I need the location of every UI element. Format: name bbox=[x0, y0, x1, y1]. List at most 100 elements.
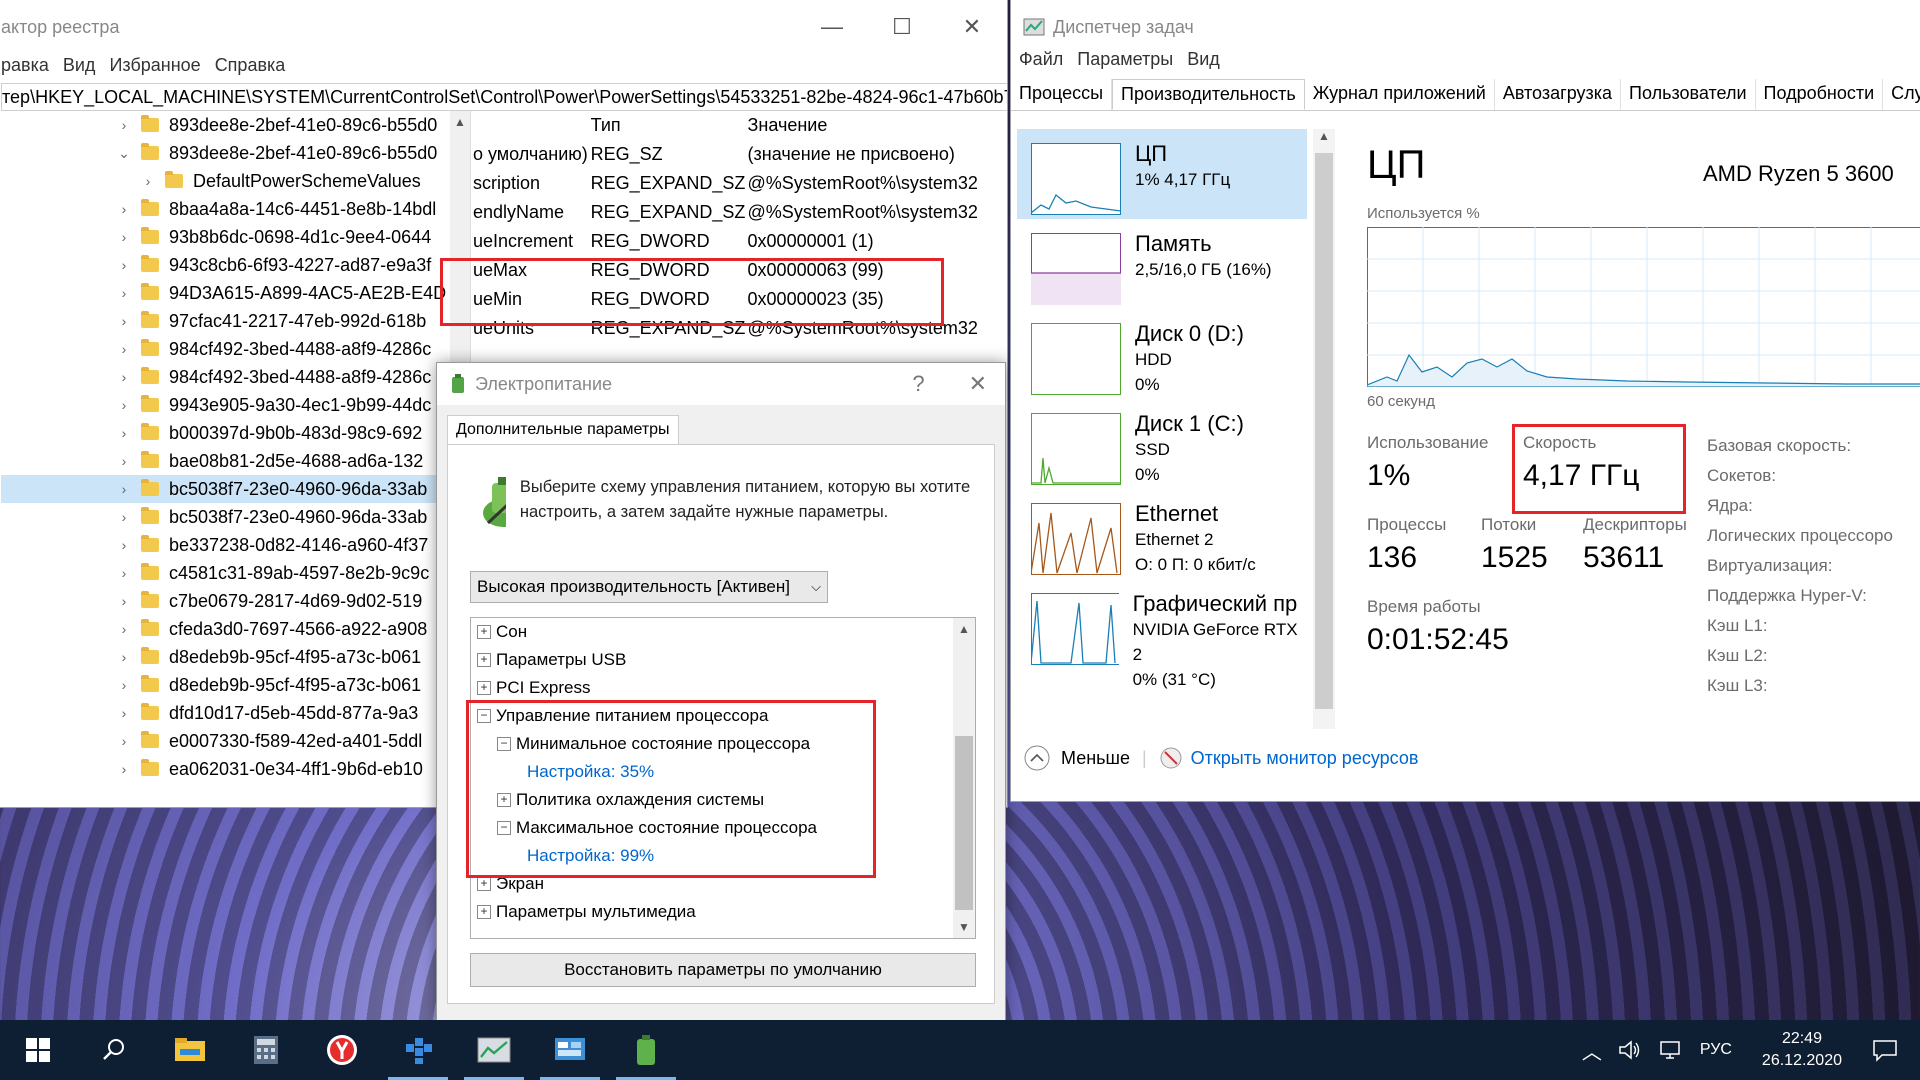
registry-tree-item[interactable]: ⌄ 893dee8e-2bef-41e0-89c6-b55d0 bbox=[1, 139, 470, 167]
expand-chevron-icon[interactable]: › bbox=[113, 621, 135, 637]
minimize-button[interactable]: — bbox=[797, 0, 867, 55]
tab-startup[interactable]: Автозагрузка bbox=[1495, 79, 1622, 110]
menu-file[interactable]: Файл bbox=[1019, 49, 1063, 70]
registry-tree-item[interactable]: › 984cf492-3bed-4488-a8f9-4286c bbox=[1, 363, 470, 391]
registry-tree-item[interactable]: › c4581c31-89ab-4597-8e2b-9c9c bbox=[1, 559, 470, 587]
clock[interactable]: 22:49 26.12.2020 bbox=[1762, 1028, 1842, 1072]
perf-sidebar-item[interactable]: Графический пр NVIDIA GeForce RTX 2 0% (31… bbox=[1017, 579, 1307, 689]
menu-favorites[interactable]: Избранное bbox=[109, 55, 200, 76]
expand-chevron-icon[interactable]: › bbox=[113, 481, 135, 497]
expand-chevron-icon[interactable]: › bbox=[113, 313, 135, 329]
expand-icon[interactable]: + bbox=[477, 905, 491, 919]
search-button[interactable] bbox=[76, 1020, 152, 1080]
menu-view[interactable]: Вид bbox=[1187, 49, 1220, 70]
help-button[interactable]: ? bbox=[912, 371, 924, 397]
registry-value-row[interactable]: ueIncrement REG_DWORD 0x00000001 (1) bbox=[473, 227, 1007, 256]
expand-chevron-icon[interactable]: › bbox=[113, 565, 135, 581]
expand-chevron-icon[interactable]: ⌄ bbox=[113, 145, 135, 162]
registry-tree-item[interactable]: › DefaultPowerSchemeValues bbox=[1, 167, 470, 195]
expand-icon[interactable]: + bbox=[477, 625, 491, 639]
expand-chevron-icon[interactable]: › bbox=[113, 705, 135, 721]
registry-tree-item[interactable]: › b000397d-9b0b-483d-98c9-692 bbox=[1, 419, 470, 447]
registry-tree-item[interactable]: › 8baa4a8a-14c6-4451-8e8b-14bdl bbox=[1, 195, 470, 223]
close-button[interactable]: ✕ bbox=[937, 0, 1007, 55]
expand-chevron-icon[interactable]: › bbox=[113, 425, 135, 441]
expand-chevron-icon[interactable]: › bbox=[113, 201, 135, 217]
registry-tree-item[interactable]: › cfeda3d0-7697-4566-a922-a908 bbox=[1, 615, 470, 643]
perf-sidebar-item[interactable]: Ethernet Ethernet 2 О: 0 П: 0 кбит/с bbox=[1017, 489, 1307, 579]
expand-chevron-icon[interactable]: › bbox=[113, 649, 135, 665]
taskbar-file-explorer[interactable] bbox=[152, 1020, 228, 1080]
tab-app-history[interactable]: Журнал приложений bbox=[1305, 79, 1495, 110]
registry-address-bar[interactable]: тер\HKEY_LOCAL_MACHINE\SYSTEM\CurrentCon… bbox=[1, 83, 1007, 111]
expand-chevron-icon[interactable]: › bbox=[113, 369, 135, 385]
power-close-button[interactable]: ✕ bbox=[969, 371, 987, 397]
registry-value-row[interactable]: о умолчанию) REG_SZ (значение не присвоено… bbox=[473, 140, 1007, 169]
power-setting-item[interactable]: + Параметры мультимедиа bbox=[471, 898, 975, 926]
expand-chevron-icon[interactable]: › bbox=[113, 117, 135, 133]
chevron-up-icon[interactable]: ︿ bbox=[1582, 1036, 1602, 1065]
expand-chevron-icon[interactable]: › bbox=[113, 229, 135, 245]
tab-details[interactable]: Подробности bbox=[1756, 79, 1884, 110]
registry-tree-item[interactable]: › c7be0679-2817-4d69-9d02-519 bbox=[1, 587, 470, 615]
registry-tree-item[interactable]: › 94D3A615-A899-4AC5-AE2B-E4D bbox=[1, 279, 470, 307]
expand-chevron-icon[interactable]: › bbox=[113, 761, 135, 777]
perf-sidebar-item[interactable]: ЦП 1% 4,17 ГГц bbox=[1017, 129, 1307, 219]
language-indicator[interactable]: РУС bbox=[1700, 1041, 1732, 1059]
expand-chevron-icon[interactable]: › bbox=[113, 593, 135, 609]
tab-users[interactable]: Пользователи bbox=[1621, 79, 1756, 110]
perf-sidebar-item[interactable]: Диск 0 (D:) HDD 0% bbox=[1017, 309, 1307, 399]
volume-icon[interactable] bbox=[1618, 1039, 1642, 1061]
scroll-up-icon[interactable]: ▲ bbox=[953, 622, 975, 636]
registry-tree-item[interactable]: › bc5038f7-23e0-4960-96da-33ab bbox=[1, 475, 470, 503]
menu-help[interactable]: Справка bbox=[215, 55, 286, 76]
notifications-icon[interactable] bbox=[1872, 1038, 1898, 1062]
registry-tree-item[interactable]: › 9943e905-9a30-4ec1-9b99-44dc bbox=[1, 391, 470, 419]
registry-tree-item[interactable]: › d8edeb9b-95cf-4f95-a73c-b061 bbox=[1, 643, 470, 671]
menu-options[interactable]: Параметры bbox=[1077, 49, 1173, 70]
tab-processes[interactable]: Процессы bbox=[1011, 79, 1113, 110]
registry-tree-item[interactable]: › bc5038f7-23e0-4960-96da-33ab bbox=[1, 503, 470, 531]
expand-chevron-icon[interactable]: › bbox=[113, 677, 135, 693]
registry-tree-item[interactable]: › bae08b81-2d5e-4688-ad6a-132 bbox=[1, 447, 470, 475]
registry-tree-item[interactable]: › e0007330-f589-42ed-a401-5ddl bbox=[1, 727, 470, 755]
taskbar-control-panel[interactable] bbox=[532, 1020, 608, 1080]
registry-tree-item[interactable]: › be337238-0d82-4146-a960-4f37 bbox=[1, 531, 470, 559]
taskbar-calculator[interactable] bbox=[228, 1020, 304, 1080]
menu-edit[interactable]: равка bbox=[1, 55, 49, 76]
start-button[interactable] bbox=[0, 1020, 76, 1080]
sidebar-scrollbar[interactable]: ▲ bbox=[1313, 129, 1335, 729]
expand-chevron-icon[interactable]: › bbox=[113, 341, 135, 357]
registry-tree-item[interactable]: › d8edeb9b-95cf-4f95-a73c-b061 bbox=[1, 671, 470, 699]
power-setting-item[interactable]: + Параметры USB bbox=[471, 646, 975, 674]
expand-icon[interactable]: + bbox=[477, 653, 491, 667]
menu-view[interactable]: Вид bbox=[63, 55, 96, 76]
registry-value-row[interactable]: scription REG_EXPAND_SZ @%SystemRoot%\syst… bbox=[473, 169, 1007, 198]
network-icon[interactable] bbox=[1658, 1039, 1684, 1061]
registry-tree-item[interactable]: › 893dee8e-2bef-41e0-89c6-b55d0 bbox=[1, 111, 470, 139]
scrollbar-thumb[interactable] bbox=[955, 736, 973, 910]
expand-icon[interactable]: + bbox=[477, 877, 491, 891]
expand-chevron-icon[interactable]: › bbox=[113, 257, 135, 273]
scroll-up-icon[interactable]: ▲ bbox=[1313, 129, 1335, 143]
fewer-details-button[interactable]: Меньше bbox=[1023, 744, 1130, 772]
registry-tree-item[interactable]: › 93b8b6dc-0698-4d1c-9ee4-0644 bbox=[1, 223, 470, 251]
restore-defaults-button[interactable]: Восстановить параметры по умолчанию bbox=[470, 953, 976, 987]
settings-scrollbar[interactable]: ▲ ▼ bbox=[953, 618, 975, 938]
power-setting-item[interactable]: + PCI Express bbox=[471, 674, 975, 702]
open-resource-monitor-link[interactable]: Открыть монитор ресурсов bbox=[1159, 746, 1418, 770]
expand-icon[interactable]: + bbox=[477, 681, 491, 695]
power-setting-item[interactable]: + Сон bbox=[471, 618, 975, 646]
registry-tree-item[interactable]: › 97cfac41-2217-47eb-992d-618b bbox=[1, 307, 470, 335]
registry-tree-item[interactable]: › 943c8cb6-6f93-4227-ad87-e9a3f bbox=[1, 251, 470, 279]
perf-sidebar-item[interactable]: Память 2,5/16,0 ГБ (16%) bbox=[1017, 219, 1307, 309]
sidebar-scrollbar-thumb[interactable] bbox=[1315, 153, 1333, 709]
perf-sidebar-item[interactable]: Диск 1 (C:) SSD 0% bbox=[1017, 399, 1307, 489]
tab-services[interactable]: Службы bbox=[1883, 79, 1920, 110]
expand-chevron-icon[interactable]: › bbox=[113, 509, 135, 525]
scroll-up-icon[interactable]: ▲ bbox=[450, 115, 470, 129]
taskbar-task-manager[interactable] bbox=[456, 1020, 532, 1080]
taskbar-registry-editor[interactable] bbox=[380, 1020, 456, 1080]
maximize-button[interactable]: ☐ bbox=[867, 0, 937, 55]
taskbar-power-options[interactable] bbox=[608, 1020, 684, 1080]
